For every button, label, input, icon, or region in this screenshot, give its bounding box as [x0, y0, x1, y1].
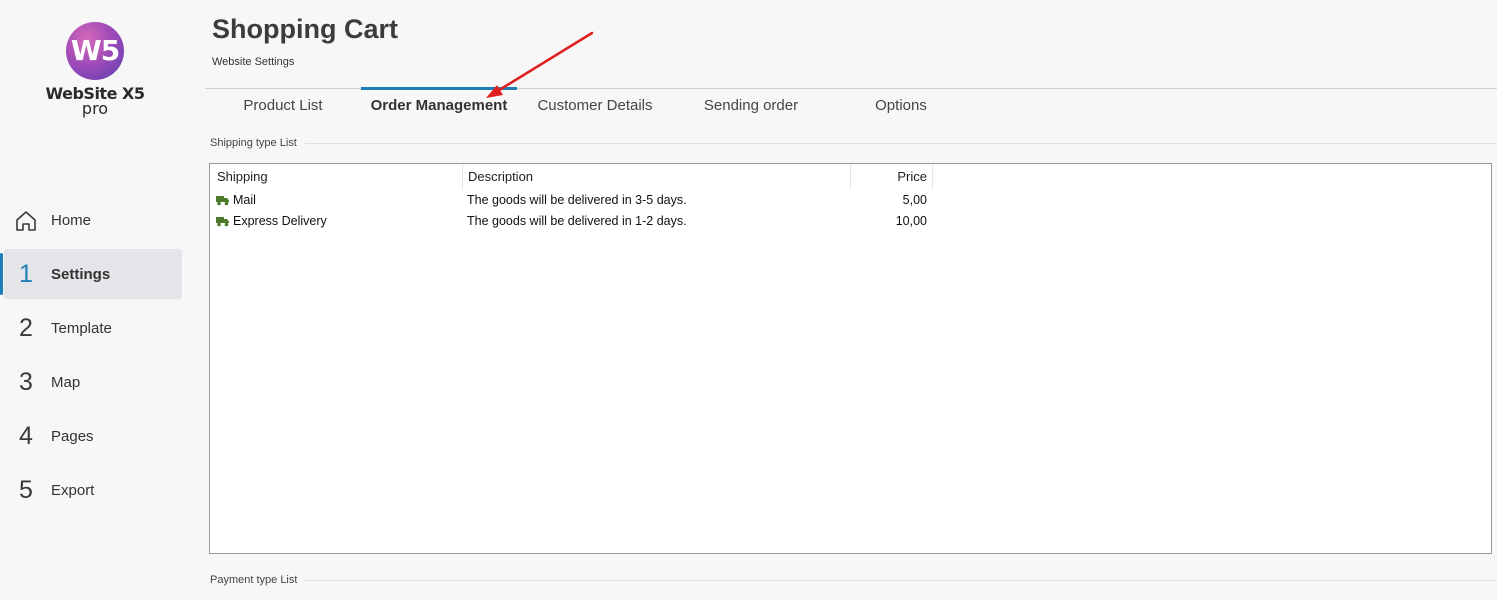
shipping-price: 5,00 — [902, 193, 927, 207]
shipping-name-cell: Express Delivery — [216, 211, 460, 232]
shipping-description: The goods will be delivered in 3-5 days. — [467, 193, 687, 207]
page-title: Shopping Cart — [212, 14, 398, 44]
tab-bar: Product List Order Management Customer D… — [205, 87, 1497, 125]
column-header-shipping[interactable]: Shipping — [217, 164, 461, 190]
tab-order-management[interactable]: Order Management — [361, 87, 517, 123]
step-1-icon: 1 — [19, 259, 33, 288]
breadcrumb: Website Settings — [212, 56, 295, 68]
step-5-icon: 5 — [19, 475, 33, 504]
list-item[interactable]: Mail The goods will be delivered in 3-5 … — [210, 190, 1491, 211]
logo-badge: W5 — [66, 22, 124, 80]
column-divider — [932, 164, 933, 190]
main-panel: Shopping Cart Website Settings Product L… — [205, 0, 1497, 600]
tab-options[interactable]: Options — [825, 89, 977, 125]
payment-section-label: Payment type List — [210, 574, 298, 586]
home-icon — [4, 206, 48, 235]
sidebar-item-map[interactable]: 3 Map — [4, 357, 182, 407]
sidebar-item-label: Map — [51, 373, 81, 391]
sidebar: W5 WebSite X5 pro Home 1 Settings 2 Temp… — [0, 0, 190, 600]
shipping-section-header: Shipping type List — [210, 137, 1497, 149]
shipping-type-list[interactable]: Shipping Description Price Mail The good… — [209, 163, 1492, 554]
shipping-name: Mail — [233, 193, 256, 207]
list-item[interactable]: Express Delivery The goods will be deliv… — [210, 211, 1491, 232]
sidebar-item-label: Pages — [51, 427, 94, 445]
step-4-icon: 4 — [19, 421, 33, 450]
section-divider — [304, 142, 1497, 144]
shipping-section-label: Shipping type List — [210, 137, 297, 149]
shipping-name: Express Delivery — [233, 214, 327, 228]
app-logo: W5 WebSite X5 pro — [40, 22, 150, 118]
step-2-icon: 2 — [19, 313, 33, 342]
sidebar-item-pages[interactable]: 4 Pages — [4, 411, 182, 461]
step-3-icon: 3 — [19, 367, 33, 396]
truck-icon — [216, 196, 229, 206]
sidebar-item-label: Home — [51, 211, 92, 229]
section-divider — [305, 579, 1497, 581]
column-header-description[interactable]: Description — [462, 164, 850, 190]
sidebar-item-settings[interactable]: 1 Settings — [0, 249, 182, 299]
tab-product-list[interactable]: Product List — [205, 89, 361, 125]
list-header: Shipping Description Price — [210, 164, 1491, 190]
shipping-price: 10,00 — [895, 214, 927, 228]
shipping-name-cell: Mail — [216, 190, 460, 211]
tab-sending-order[interactable]: Sending order — [673, 89, 829, 125]
tab-customer-details[interactable]: Customer Details — [517, 89, 673, 125]
logo-edition: pro — [81, 99, 109, 118]
sidebar-item-home[interactable]: Home — [4, 195, 182, 245]
truck-icon — [216, 217, 229, 227]
sidebar-item-label: Export — [51, 481, 95, 499]
sidebar-nav: Home 1 Settings 2 Template 3 Map 4 Pages… — [0, 195, 190, 519]
sidebar-item-template[interactable]: 2 Template — [4, 303, 182, 353]
sidebar-item-label: Template — [51, 319, 112, 337]
shipping-description: The goods will be delivered in 1-2 days. — [467, 214, 687, 228]
sidebar-item-export[interactable]: 5 Export — [4, 465, 182, 515]
payment-section-header: Payment type List — [210, 574, 1497, 586]
column-header-price[interactable]: Price — [850, 164, 932, 190]
sidebar-item-label: Settings — [51, 265, 111, 283]
